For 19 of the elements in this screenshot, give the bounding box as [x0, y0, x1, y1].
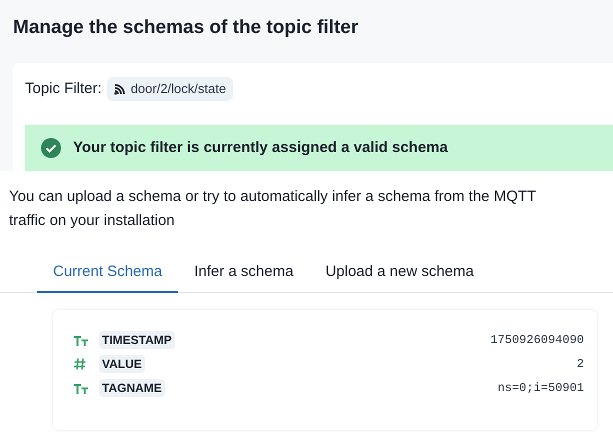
tab[interactable]: Upload a new schema: [309, 253, 490, 293]
text-type-icon: [74, 334, 88, 346]
field-value: 2: [576, 356, 584, 373]
text-type-icon: [74, 382, 88, 394]
topic-filter-label: Topic Filter:: [25, 78, 102, 99]
field-name: TAGNAME: [99, 379, 165, 397]
tab[interactable]: Infer a schema: [178, 253, 310, 293]
field-name: TIMESTAMP: [99, 331, 175, 349]
number-type-icon: [74, 358, 86, 370]
topic-filter-value: door/2/lock/state: [130, 80, 226, 98]
rss-icon: [114, 84, 125, 94]
description-text: You can upload a schema or try to automatically infer a schema from the MQTT traffic on your installation: [8, 187, 537, 231]
field-name: VALUE: [99, 355, 145, 373]
check-circle-icon: [41, 138, 61, 158]
field-value: ns=0;i=50901: [498, 380, 584, 397]
field-value: 1750926094090: [490, 332, 584, 349]
alert-message: Your topic filter is currently assigned a valid schema: [73, 138, 448, 158]
tab[interactable]: Current Schema: [37, 253, 178, 293]
page-title: Manage the schemas of the topic filter: [12, 16, 360, 40]
